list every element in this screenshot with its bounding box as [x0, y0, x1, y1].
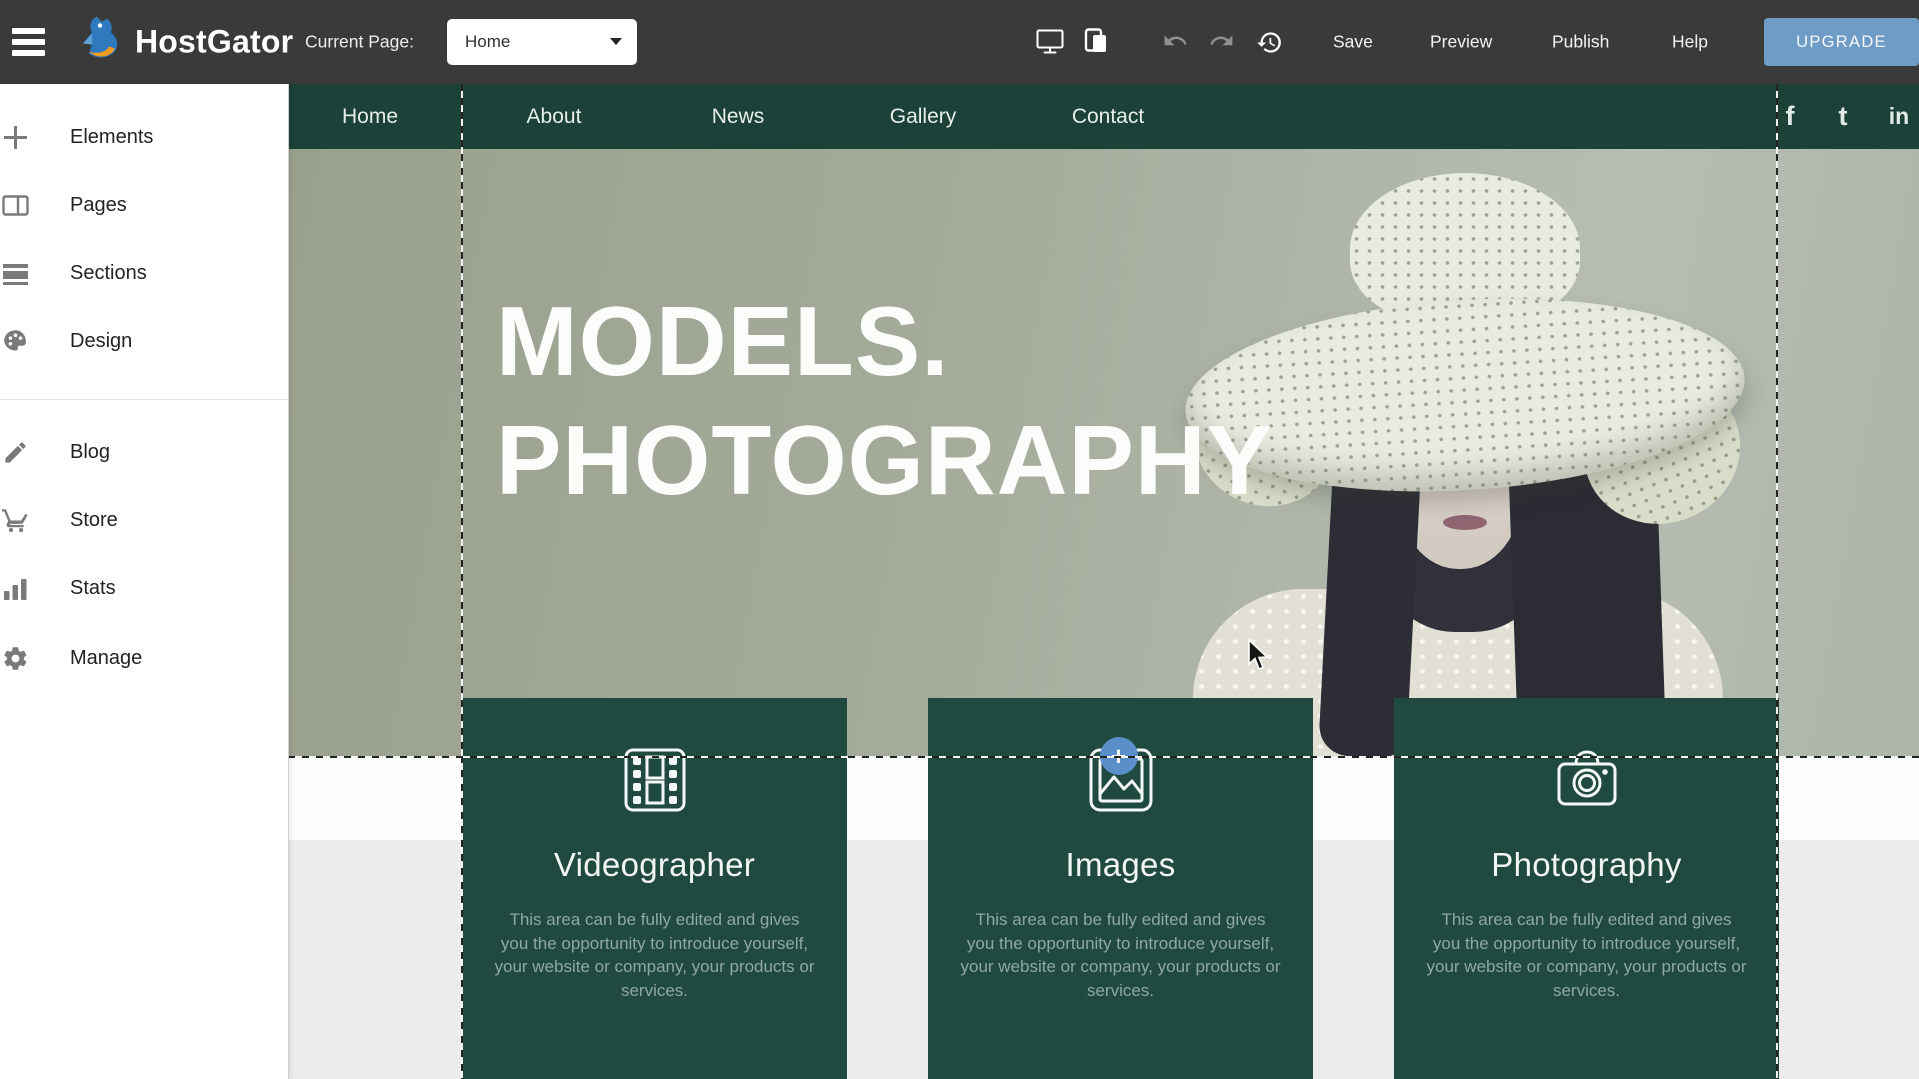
- site-nav-home[interactable]: Home: [342, 84, 398, 149]
- card-body: This area can be fully edited and gives …: [960, 908, 1282, 1002]
- current-page-label: Current Page:: [305, 32, 414, 53]
- sidebar-item-pages[interactable]: Pages: [0, 185, 288, 225]
- sidebar-divider: [0, 399, 288, 400]
- editor-sidebar: Elements Pages Sections Design Blog Stor…: [0, 84, 289, 1079]
- page-dropdown[interactable]: Home: [447, 19, 637, 65]
- sidebar-item-label: Pages: [70, 185, 127, 225]
- page-dropdown-value: Home: [465, 32, 510, 52]
- palette-icon: [2, 328, 29, 355]
- site-nav-bar[interactable]: Home About News Gallery Contact f t in: [288, 84, 1919, 149]
- hamburger-menu-icon[interactable]: [12, 27, 48, 57]
- card-title: Videographer: [462, 846, 847, 884]
- cart-icon: [2, 507, 29, 534]
- sidebar-item-design[interactable]: Design: [0, 321, 288, 361]
- upgrade-button[interactable]: UPGRADE: [1764, 18, 1919, 66]
- sidebar-item-label: Design: [70, 321, 132, 361]
- sidebar-item-elements[interactable]: Elements: [0, 117, 288, 157]
- model-lips: [1443, 515, 1487, 530]
- sidebar-item-stats[interactable]: Stats: [0, 568, 288, 608]
- card-body: This area can be fully edited and gives …: [494, 908, 816, 1002]
- brand-name: HostGator: [135, 24, 293, 61]
- twitter-icon[interactable]: t: [1829, 84, 1857, 149]
- pages-icon: [2, 192, 29, 219]
- hostgator-logo: HostGator: [77, 15, 293, 70]
- desktop-view-icon[interactable]: [1035, 27, 1065, 57]
- site-nav-news[interactable]: News: [712, 84, 765, 149]
- hero-title-line1: MODELS.: [496, 282, 1273, 401]
- sidebar-item-manage[interactable]: Manage: [0, 638, 288, 678]
- card-title: Images: [928, 846, 1313, 884]
- gear-icon: [2, 645, 29, 672]
- sidebar-item-label: Store: [70, 500, 118, 540]
- site-nav-about[interactable]: About: [527, 84, 582, 149]
- sidebar-item-label: Sections: [70, 253, 147, 293]
- sidebar-item-label: Manage: [70, 638, 142, 678]
- undo-icon[interactable]: [1160, 27, 1190, 57]
- hero-title-line2: PHOTOGRAPHY: [496, 401, 1273, 520]
- mobile-view-icon[interactable]: [1082, 27, 1112, 57]
- linkedin-icon[interactable]: in: [1882, 84, 1916, 149]
- hero-title[interactable]: MODELS. PHOTOGRAPHY: [496, 282, 1273, 520]
- sidebar-item-blog[interactable]: Blog: [0, 432, 288, 472]
- sidebar-item-store[interactable]: Store: [0, 500, 288, 540]
- sidebar-item-sections[interactable]: Sections: [0, 253, 288, 293]
- sidebar-item-label: Stats: [70, 568, 116, 608]
- facebook-icon[interactable]: f: [1776, 84, 1804, 149]
- bar-chart-icon: [2, 575, 29, 602]
- hero-section[interactable]: MODELS. PHOTOGRAPHY: [288, 149, 1919, 757]
- site-preview-canvas: Home About News Gallery Contact f t in M…: [288, 84, 1919, 1079]
- sidebar-item-label: Elements: [70, 117, 153, 157]
- plus-icon: [2, 124, 29, 151]
- chevron-down-icon: [609, 33, 623, 51]
- card-body: This area can be fully edited and gives …: [1426, 908, 1748, 1002]
- save-button[interactable]: Save: [1333, 32, 1373, 53]
- selection-dashed-border-left: [461, 84, 463, 1079]
- history-icon[interactable]: [1254, 27, 1284, 57]
- card-title: Photography: [1394, 846, 1779, 884]
- help-button[interactable]: Help: [1672, 32, 1708, 53]
- redo-icon[interactable]: [1206, 27, 1236, 57]
- selection-dashed-border-right: [1776, 84, 1778, 1079]
- sections-icon: [2, 260, 29, 287]
- site-nav-contact[interactable]: Contact: [1072, 84, 1144, 149]
- site-nav-gallery[interactable]: Gallery: [890, 84, 957, 149]
- editor-toolbar: HostGator Current Page: Home Save Previe…: [0, 0, 1919, 84]
- pencil-icon: [2, 439, 29, 466]
- selection-dashed-border-bottom: [288, 756, 1919, 758]
- sidebar-item-label: Blog: [70, 432, 110, 472]
- preview-button[interactable]: Preview: [1430, 32, 1492, 53]
- mouse-cursor: [1246, 638, 1270, 672]
- gator-icon: [77, 15, 127, 70]
- publish-button[interactable]: Publish: [1552, 32, 1609, 53]
